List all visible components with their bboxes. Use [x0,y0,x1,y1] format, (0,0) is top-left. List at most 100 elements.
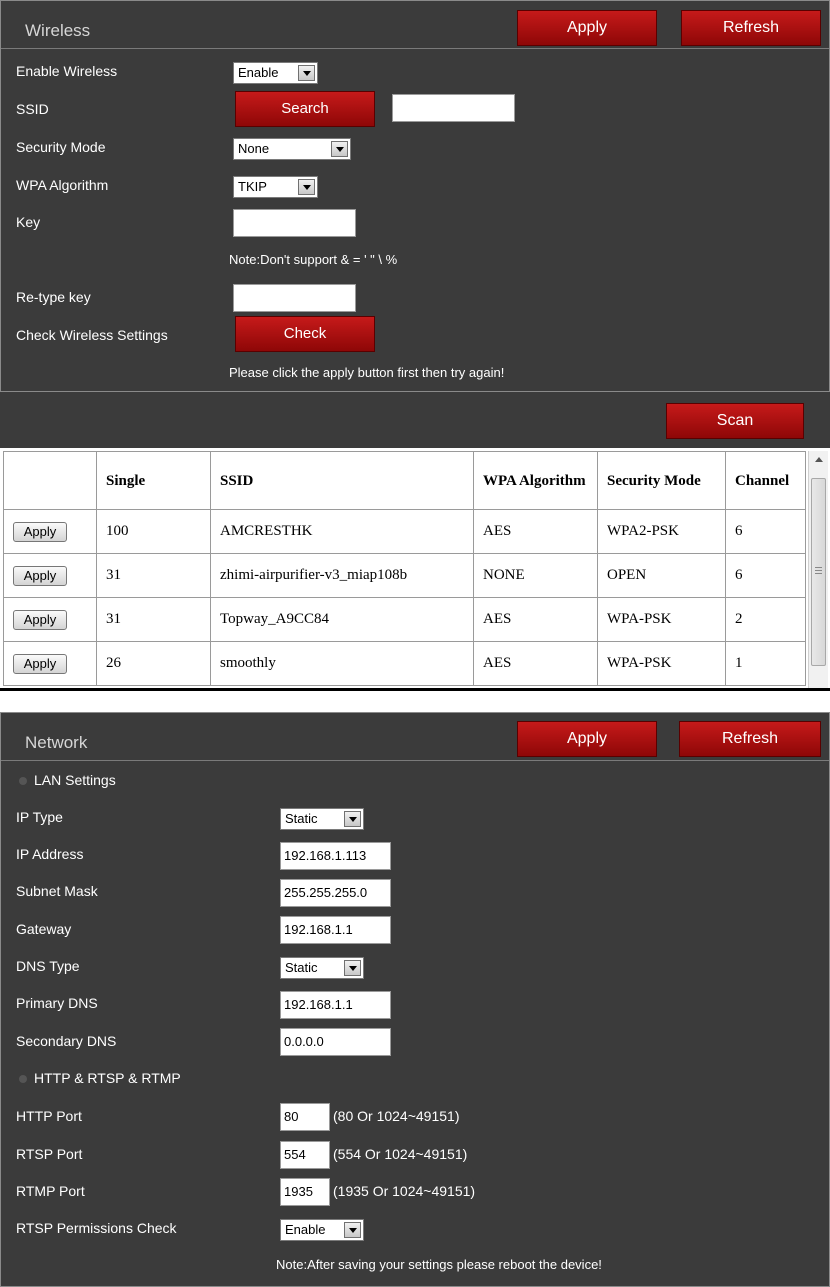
rtmp-port-input[interactable]: 1935 [280,1178,330,1206]
gateway-input[interactable]: 192.168.1.1 [280,916,391,944]
retype-key-input[interactable] [233,284,356,312]
cell-single: 31 [96,597,211,642]
subnet-mask-input[interactable]: 255.255.255.0 [280,879,391,907]
network-header: Network Apply Refresh [1,713,829,761]
cell-ssid: smoothly [210,641,474,686]
wireless-apply-button[interactable]: Apply [517,10,657,46]
header-channel: Channel [725,451,806,510]
key-input[interactable] [233,209,356,237]
http-rtsp-rtmp-heading: HTTP & RTSP & RTMP [34,1070,181,1086]
row-apply-button[interactable]: Apply [13,565,67,586]
security-mode-value: None [238,141,270,156]
gateway-label: Gateway [16,921,72,937]
cell-channel: 1 [725,641,806,686]
scan-table: Single SSID WPA Algorithm Security Mode … [3,451,806,686]
key-note: Note:Don't support & = ' " \ % [229,252,398,267]
rtsp-permissions-select[interactable]: Enable [280,1219,364,1241]
retype-key-label: Re-type key [16,289,91,305]
search-button[interactable]: Search [235,91,375,127]
rtsp-permissions-value: Enable [285,1222,326,1237]
chevron-down-icon [331,141,348,157]
security-mode-label: Security Mode [16,139,106,155]
wireless-refresh-button[interactable]: Refresh [681,10,821,46]
ssid-label: SSID [16,101,49,117]
ip-address-input[interactable]: 192.168.1.113 [280,842,391,870]
header-wpa: WPA Algorithm [473,451,598,510]
scan-results: Single SSID WPA Algorithm Security Mode … [0,448,830,691]
network-refresh-button[interactable]: Refresh [679,721,821,757]
section-bullet-icon [19,1075,27,1083]
rtmp-port-label: RTMP Port [16,1183,85,1199]
lan-settings-heading: LAN Settings [34,772,116,788]
http-port-hint: (80 Or 1024~49151) [333,1108,460,1124]
enable-wireless-select[interactable]: Enable [233,62,318,84]
scan-strip: Scan [0,392,830,448]
header-security: Security Mode [597,451,726,510]
section-bullet-icon [19,777,27,785]
cell-single: 26 [96,641,211,686]
table-row: Apply 31 zhimi-airpurifier-v3_miap108b N… [3,553,806,598]
reboot-note: Note:After saving your settings please r… [276,1257,602,1272]
security-mode-select[interactable]: None [233,138,351,160]
row-apply-button[interactable]: Apply [13,521,67,542]
cell-wpa: AES [473,597,598,642]
ip-type-value: Static [285,811,318,826]
check-button[interactable]: Check [235,316,375,352]
wpa-algorithm-value: TKIP [238,179,267,194]
header-ssid: SSID [210,451,474,510]
cell-security: WPA-PSK [597,641,726,686]
chevron-down-icon [298,179,315,195]
cell-wpa: NONE [473,553,598,598]
subnet-mask-label: Subnet Mask [16,883,98,899]
wireless-title: Wireless [25,21,91,40]
cell-ssid: zhimi-airpurifier-v3_miap108b [210,553,474,598]
cell-ssid: AMCRESTHK [210,509,474,554]
table-row: Apply 100 AMCRESTHK AES WPA2-PSK 6 [3,509,806,554]
cell-wpa: AES [473,509,598,554]
check-note: Please click the apply button first then… [229,365,505,380]
chevron-down-icon [344,811,361,827]
chevron-down-icon [344,960,361,976]
http-port-input[interactable]: 80 [280,1103,330,1131]
chevron-down-icon [344,1222,361,1238]
primary-dns-label: Primary DNS [16,995,98,1011]
dns-type-select[interactable]: Static [280,957,364,979]
secondary-dns-label: Secondary DNS [16,1033,117,1049]
ip-type-label: IP Type [16,809,63,825]
wireless-panel: Wireless Apply Refresh Enable Wireless E… [0,0,830,392]
header-action [3,451,97,510]
network-title: Network [25,733,88,752]
secondary-dns-input[interactable]: 0.0.0.0 [280,1028,391,1056]
header-single: Single [96,451,211,510]
cell-single: 100 [96,509,211,554]
ip-type-select[interactable]: Static [280,808,364,830]
chevron-down-icon [298,65,315,81]
rtsp-port-input[interactable]: 554 [280,1141,330,1169]
wpa-algorithm-select[interactable]: TKIP [233,176,318,198]
primary-dns-input[interactable]: 192.168.1.1 [280,991,391,1019]
scan-button[interactable]: Scan [666,403,804,439]
cell-single: 31 [96,553,211,598]
enable-wireless-label: Enable Wireless [16,63,118,79]
cell-security: WPA2-PSK [597,509,726,554]
network-apply-button[interactable]: Apply [517,721,657,757]
rtsp-port-label: RTSP Port [16,1146,83,1162]
dns-type-value: Static [285,960,318,975]
rtsp-port-hint: (554 Or 1024~49151) [333,1146,468,1162]
rtmp-port-hint: (1935 Or 1024~49151) [333,1183,476,1199]
scroll-up-icon[interactable] [815,457,823,462]
cell-channel: 2 [725,597,806,642]
table-row: Apply 26 smoothly AES WPA-PSK 1 [3,641,806,686]
row-apply-button[interactable]: Apply [13,653,67,674]
row-apply-button[interactable]: Apply [13,609,67,630]
table-scrollbar[interactable] [808,451,828,688]
scroll-thumb[interactable] [811,478,826,666]
ip-address-label: IP Address [16,846,84,862]
cell-security: WPA-PSK [597,597,726,642]
cell-security: OPEN [597,553,726,598]
wpa-algorithm-label: WPA Algorithm [16,177,109,193]
wireless-header: Wireless Apply Refresh [1,1,829,49]
cell-channel: 6 [725,553,806,598]
network-panel: Network Apply Refresh LAN Settings IP Ty… [0,712,830,1287]
ssid-input[interactable] [392,94,515,122]
